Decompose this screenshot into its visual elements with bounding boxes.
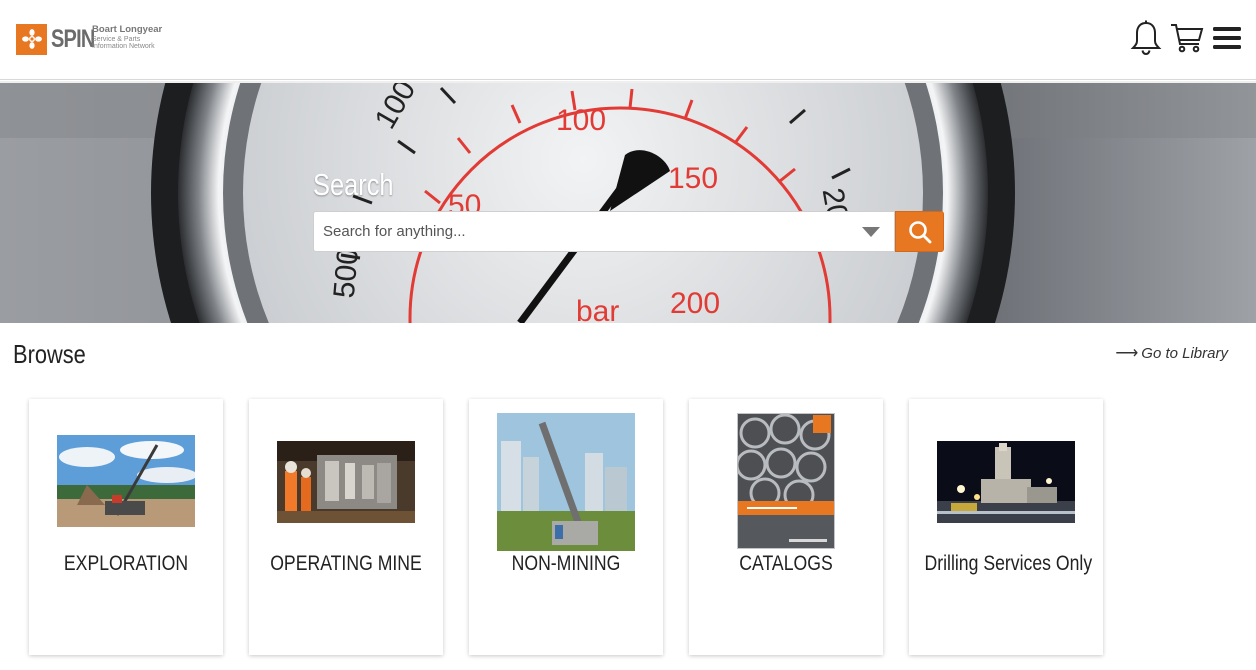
browse-card-label: OPERATING MINE [270,552,422,575]
browse-card-operating-mine[interactable]: OPERATING MINE [249,399,443,655]
search-block: Search [313,165,945,252]
logo-tagline-2: Information Network [92,42,155,50]
notifications-button[interactable] [1130,20,1162,56]
logo-wordmark: SPIN [51,24,95,53]
browse-card-label: NON-MINING [511,552,621,575]
catalog-cover-photo [737,413,835,549]
logo-subtitle: Boart Longyear Service & Parts Informati… [92,25,192,50]
header-actions [1130,20,1242,56]
spin-logo[interactable]: SPIN Boart Longyear Service & Parts Info… [16,23,162,55]
search-button[interactable] [895,211,944,252]
browse-card-drilling-services[interactable]: Drilling Services Only [909,399,1103,655]
hero-banner: 100 150 50 200 bar 100 20 500 Search [0,83,1256,323]
app-header: SPIN Boart Longyear Service & Parts Info… [0,0,1256,83]
browse-card-non-mining[interactable]: NON-MINING [469,399,663,655]
cart-icon [1171,24,1204,53]
browse-card-exploration[interactable]: EXPLORATION [29,399,223,655]
logo-company: Boart Longyear [92,24,163,35]
menu-button[interactable] [1212,25,1242,51]
urban-drill-photo [497,413,635,551]
browse-heading: Browse [13,339,86,369]
browse-cards: EXPLORATION OPERATING MINE NON-MINING CA… [29,399,1103,655]
go-to-library-label: Go to Library [1141,344,1228,362]
search-scope-dropdown-icon[interactable] [862,227,880,237]
right-arrow-icon: ⟶ [1115,345,1139,362]
cart-button[interactable] [1170,21,1204,55]
browse-card-catalogs[interactable]: CATALOGS [689,399,883,655]
search-title: Search [313,167,394,202]
night-rig-photo [937,441,1075,523]
logo-mark-icon [16,23,47,55]
hamburger-menu-icon [1213,27,1241,49]
browse-card-label: Drilling Services Only [924,552,1093,575]
logo-tagline-1: Service & Parts [92,35,141,43]
search-icon [908,220,931,243]
search-input[interactable] [314,212,894,251]
svg-text:500: 500 [328,247,365,300]
bell-icon [1130,20,1162,56]
svg-text:200: 200 [670,287,720,320]
exploration-rig-photo [57,435,195,527]
svg-text:100: 100 [556,104,606,137]
search-input-wrapper [313,211,895,252]
go-to-library-link[interactable]: ⟶ Go to Library [1115,343,1228,363]
search-bar [313,211,945,252]
browse-card-label: EXPLORATION [63,552,189,575]
browse-card-label: CATALOGS [739,552,833,575]
svg-text:bar: bar [576,295,619,323]
mine-workers-photo [277,441,415,523]
